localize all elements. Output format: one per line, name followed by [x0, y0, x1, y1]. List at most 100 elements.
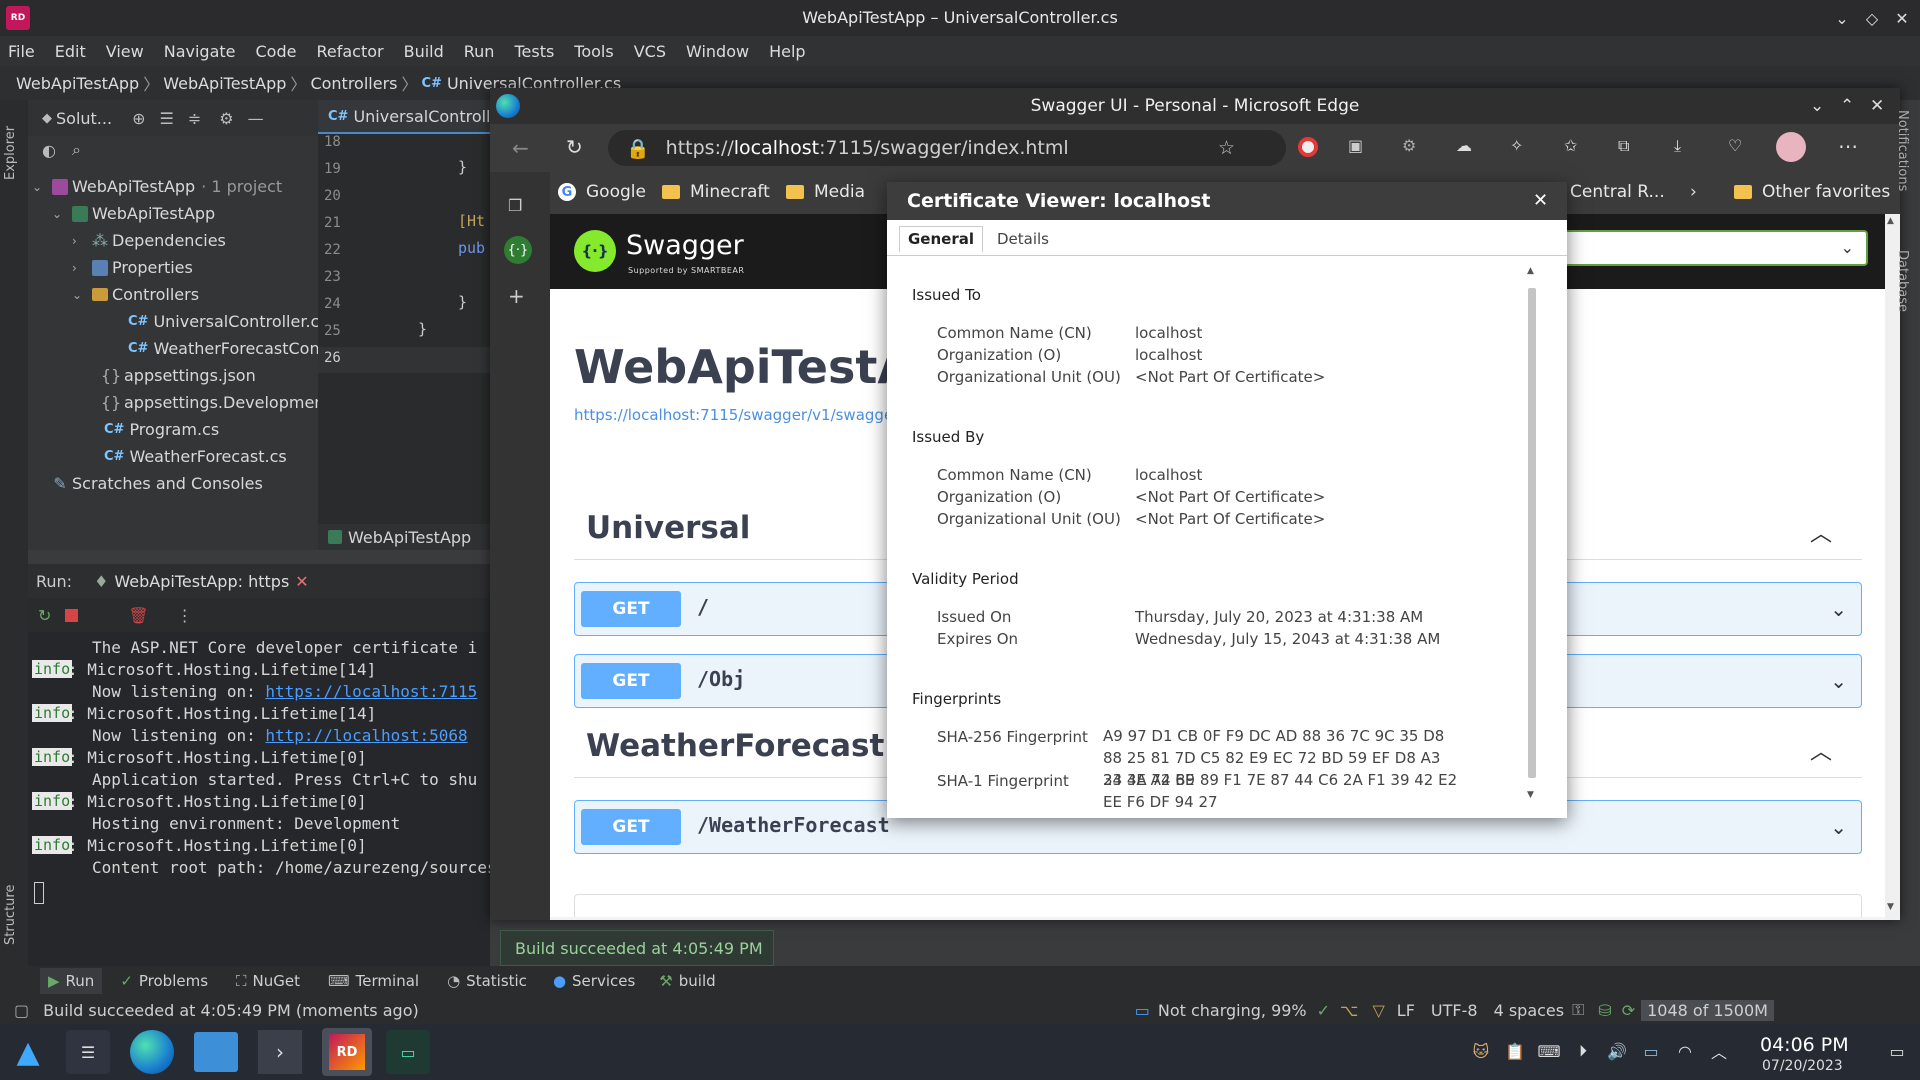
favorite-media[interactable]: Media	[786, 182, 865, 202]
explorer-tool-label[interactable]: Explorer	[3, 126, 18, 180]
scroll-up-icon[interactable]: ▲	[1887, 216, 1894, 226]
line-ending[interactable]: LF	[1397, 1001, 1415, 1020]
chevron-up-icon[interactable]: ︿	[1810, 516, 1832, 548]
editor-tab[interactable]: C# UniversalControlle	[318, 100, 490, 134]
console-input-cursor[interactable]	[34, 882, 44, 904]
url-text[interactable]: https://localhost:7115/swagger/index.htm…	[666, 137, 1069, 159]
filter-icon[interactable]: ◐	[42, 141, 56, 160]
filter-icon[interactable]: ▽	[1372, 1001, 1384, 1020]
back-icon[interactable]: ←	[512, 136, 529, 160]
terminal-taskbar-icon[interactable]: ›	[258, 1030, 302, 1074]
chevron-down-icon[interactable]: ⌄	[32, 180, 48, 194]
tree-item-universal[interactable]: C# UniversalController.cs	[128, 308, 328, 335]
tree-item-appsettings[interactable]: {} appsettings.json	[101, 362, 256, 389]
database-tool-label[interactable]: Database	[1895, 250, 1910, 312]
menu-tools[interactable]: Tools	[574, 42, 613, 61]
code-editor[interactable]: C# UniversalControlle 18 19 20 21 22 23 …	[318, 100, 490, 550]
tree-root[interactable]: ⌄ WebApiTestApp · 1 project	[32, 173, 282, 200]
menu-tests[interactable]: Tests	[514, 42, 554, 61]
menu-file[interactable]: File	[8, 42, 35, 61]
menu-window[interactable]: Window	[686, 42, 749, 61]
clock-time[interactable]: 04:06 PM	[1760, 1034, 1849, 1056]
search-icon[interactable]: ⌕	[72, 140, 81, 160]
menu-refactor[interactable]: Refactor	[316, 42, 383, 61]
favorites-icon[interactable]: ✩	[1564, 136, 1577, 155]
menu-help[interactable]: Help	[769, 42, 805, 61]
status-message[interactable]: Build succeeded at 4:05:49 PM (moments a…	[43, 1001, 419, 1020]
layout-icon[interactable]: ▢	[14, 1001, 29, 1020]
sync-icon[interactable]: ⟳	[1622, 1001, 1635, 1020]
schemas-section[interactable]	[574, 894, 1862, 917]
breadcrumb-item[interactable]: WebApiTestApp	[16, 74, 139, 93]
chevron-down-icon[interactable]: ⌄	[1830, 669, 1847, 693]
file-manager-icon[interactable]	[194, 1032, 238, 1072]
tool-tab-problems[interactable]: ✓ Problems	[120, 972, 208, 990]
menu-view[interactable]: View	[106, 42, 144, 61]
chevron-down-icon[interactable]: ⌄	[52, 207, 68, 221]
show-desktop-icon[interactable]: ▭	[1886, 1040, 1908, 1062]
menu-edit[interactable]: Edit	[55, 42, 86, 61]
app-launcher-icon[interactable]: ▲	[8, 1032, 48, 1072]
more-options-icon[interactable]: ⋮	[177, 606, 193, 625]
tab-details[interactable]: Details	[997, 230, 1049, 248]
tree-project[interactable]: ⌄ WebApiTestApp	[52, 200, 215, 227]
record-icon[interactable]	[1298, 137, 1318, 157]
more-options-icon[interactable]: ⋯	[1838, 134, 1858, 158]
menu-build[interactable]: Build	[404, 42, 444, 61]
chevron-up-icon[interactable]: ︿	[1810, 734, 1832, 766]
extension-icon[interactable]: ▣	[1348, 136, 1363, 155]
maximize-icon[interactable]: ⌃	[1840, 96, 1854, 116]
health-icon[interactable]: ♡	[1728, 136, 1742, 155]
scroll-up-icon[interactable]: ▲	[1527, 266, 1534, 276]
spec-link[interactable]: https://localhost:7115/swagger/v1/swagge…	[574, 406, 933, 424]
menu-code[interactable]: Code	[256, 42, 297, 61]
wifi-icon[interactable]: ◠	[1674, 1040, 1696, 1062]
media-play-icon[interactable]: ⏵	[1572, 1040, 1594, 1062]
terminal-app-icon[interactable]: ▭	[386, 1030, 430, 1074]
page-scrollbar[interactable]: ▲ ▼	[1885, 214, 1900, 920]
scroll-down-icon[interactable]: ▼	[1527, 790, 1534, 800]
tree-item-dependencies[interactable]: › ⁂ Dependencies	[72, 227, 226, 254]
lock-icon[interactable]: ⚿	[1572, 1000, 1584, 1020]
tree-item-controllers[interactable]: ⌄ Controllers	[72, 281, 199, 308]
tree-item-weather-model[interactable]: C# WeatherForecast.cs	[104, 443, 287, 470]
tool-tab-statistic[interactable]: ◔ Statistic	[447, 972, 527, 990]
solution-header[interactable]: Solut...	[56, 109, 112, 128]
run-config-tab[interactable]: WebApiTestApp: https	[114, 572, 289, 591]
collections-icon[interactable]: ⧉	[1618, 136, 1629, 156]
chevron-up-icon[interactable]: ︿	[1708, 1040, 1730, 1062]
chevron-down-icon[interactable]: ⌄	[1830, 597, 1847, 621]
close-icon[interactable]: ✕	[1892, 8, 1912, 28]
rider-taskbar-item[interactable]: RD	[322, 1028, 372, 1076]
favorite-minecraft[interactable]: Minecraft	[662, 182, 770, 202]
edge-taskbar-icon[interactable]	[130, 1030, 174, 1074]
tab-general[interactable]: General	[899, 226, 983, 253]
address-bar[interactable]: 🔒 https://localhost:7115/swagger/index.h…	[608, 130, 1286, 166]
delete-icon[interactable]: 🗑	[128, 606, 148, 625]
console-link[interactable]: https://localhost:7115	[265, 682, 477, 701]
definition-select[interactable]: ⌄	[1550, 230, 1868, 266]
menu-vcs[interactable]: VCS	[634, 42, 666, 61]
collapse-all-icon[interactable]: ≑	[188, 109, 201, 128]
extensions-icon[interactable]: ✧	[1510, 136, 1523, 155]
tray-cat-icon[interactable]: 🐱	[1470, 1040, 1492, 1062]
chevron-down-icon[interactable]: ⌄	[72, 288, 88, 302]
other-favorites[interactable]: Other favorites	[1734, 182, 1890, 202]
refresh-icon[interactable]: ↻	[566, 135, 583, 159]
favorite-central[interactable]: Central R...	[1570, 182, 1665, 202]
lock-icon[interactable]: 🔒	[626, 137, 650, 160]
locate-icon[interactable]: ⊕	[132, 109, 145, 128]
settings-gear-icon[interactable]: ⚙	[219, 109, 233, 128]
chevron-right-icon[interactable]: ›	[72, 234, 88, 248]
clipboard-icon[interactable]: 📋	[1504, 1040, 1526, 1062]
tool-tab-nuget[interactable]: ⛶ NuGet	[236, 972, 300, 990]
breadcrumb-item[interactable]: WebApiTestApp	[163, 74, 286, 93]
battery-tray-icon[interactable]: ▭	[1640, 1040, 1662, 1062]
tree-item-weather-controller[interactable]: C# WeatherForecastCont	[128, 335, 326, 362]
keyboard-icon[interactable]: ⌨	[1537, 1040, 1560, 1062]
rerun-icon[interactable]: ↻	[38, 606, 51, 625]
tool-tab-run[interactable]: ▶ Run	[40, 968, 103, 994]
breadcrumb-item[interactable]: Controllers	[310, 74, 397, 93]
volume-icon[interactable]: 🔊	[1606, 1040, 1628, 1062]
menu-run[interactable]: Run	[464, 42, 495, 61]
